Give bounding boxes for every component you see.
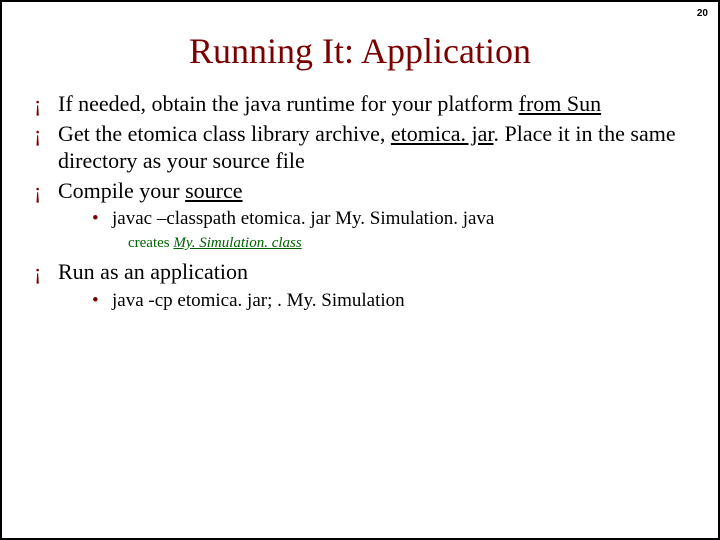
bullet-item: If needed, obtain the java runtime for y… [30, 90, 690, 118]
link-from-sun[interactable]: from Sun [519, 91, 602, 116]
code-text: javac –classpath etomica. jar My. Simula… [112, 208, 494, 229]
link-source[interactable]: source [185, 178, 242, 203]
bullet-text: Compile your [58, 178, 185, 203]
sub-list: java -cp etomica. jar; . My. Simulation [58, 288, 690, 314]
note-prefix: creates [128, 235, 173, 251]
code-text: java -cp etomica. jar; . My. Simulation [112, 290, 405, 311]
slide-frame: 20 Running It: Application If needed, ob… [0, 0, 720, 540]
bullet-text: Run as an application [58, 259, 248, 284]
note-filename: My. Simulation. class [173, 235, 301, 251]
slide-content: If needed, obtain the java runtime for y… [2, 90, 718, 314]
bullet-item: Run as an application java -cp etomica. … [30, 258, 690, 313]
link-etomica-jar[interactable]: etomica. jar [391, 121, 494, 146]
sub-list: javac –classpath etomica. jar My. Simula… [58, 206, 690, 232]
bullet-list: If needed, obtain the java runtime for y… [30, 90, 690, 314]
bullet-item: Compile your source javac –classpath eto… [30, 177, 690, 253]
page-number: 20 [697, 8, 708, 19]
slide-title: Running It: Application [2, 30, 718, 72]
sub-item: javac –classpath etomica. jar My. Simula… [58, 206, 690, 232]
bullet-item: Get the etomica class library archive, e… [30, 120, 690, 175]
bullet-text: If needed, obtain the java runtime for y… [58, 91, 519, 116]
bullet-text: Get the etomica class library archive, [58, 121, 391, 146]
note-text: creates My. Simulation. class [58, 234, 690, 253]
sub-item: java -cp etomica. jar; . My. Simulation [58, 288, 690, 314]
